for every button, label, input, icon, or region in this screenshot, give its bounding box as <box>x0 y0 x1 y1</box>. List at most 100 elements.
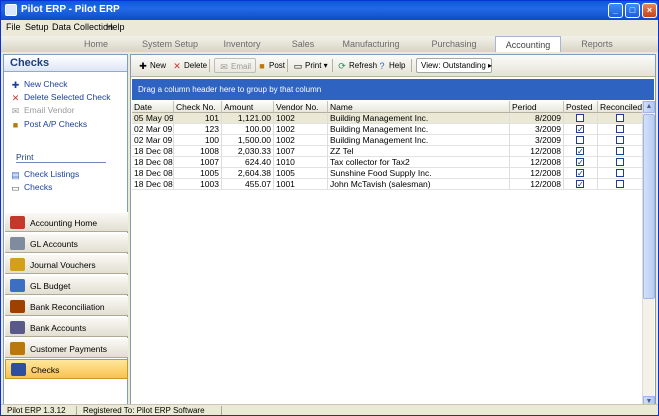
cell-check-no[interactable]: 1007 <box>174 157 222 168</box>
cell-amount[interactable]: 100.00 <box>222 124 274 135</box>
column-header-amount[interactable]: Amount <box>222 101 274 113</box>
tab-reports[interactable]: Reports <box>561 36 633 52</box>
title-bar[interactable]: Pilot ERP - Pilot ERP _ □ × <box>1 1 658 20</box>
cell-check-no[interactable]: 1005 <box>174 168 222 179</box>
posted-checkbox[interactable] <box>576 114 584 122</box>
cell-vendor-no[interactable]: 1005 <box>274 168 328 179</box>
cell-date[interactable]: 18 Dec 08 <box>132 168 174 179</box>
reconciled-checkbox[interactable] <box>616 158 624 166</box>
new-check-link[interactable]: ✚ New Check <box>10 78 68 90</box>
cell-vendor-no[interactable]: 1001 <box>274 179 328 190</box>
cell-check-no[interactable]: 1008 <box>174 146 222 157</box>
table-row[interactable]: 18 Dec 08 1007 624.40 1010 Tax collector for… <box>132 157 643 168</box>
post-ap-checks-link[interactable]: ■ Post A/P Checks <box>10 118 87 130</box>
reconciled-checkbox[interactable] <box>616 114 624 122</box>
group-by-bar[interactable]: Drag a column header here to group by th… <box>132 79 654 100</box>
cell-amount[interactable]: 1,500.00 <box>222 135 274 146</box>
email-vendor-link[interactable]: ✉ Email Vendor <box>10 104 75 116</box>
delete-selected-check-link[interactable]: ✕ Delete Selected Check <box>10 91 111 103</box>
help-button[interactable]: ? Help <box>377 58 405 73</box>
nav-journal-vouchers[interactable]: Journal Vouchers <box>5 254 128 274</box>
table-row[interactable]: 18 Dec 08 1008 2,030.33 1007 ZZ Tel 12/2008 ✓ <box>132 146 643 157</box>
nav-bank-accounts[interactable]: Bank Accounts <box>5 317 128 337</box>
cell-amount[interactable]: 455.07 <box>222 179 274 190</box>
cell-date[interactable]: 18 Dec 08 <box>132 157 174 168</box>
posted-checkbox[interactable]: ✓ <box>576 158 584 167</box>
print-checks-link[interactable]: ▭ Checks <box>10 181 52 193</box>
cell-vendor-no[interactable]: 1002 <box>274 124 328 135</box>
cell-period[interactable]: 12/2008 <box>510 146 564 157</box>
nav-bank-reconciliation[interactable]: Bank Reconciliation <box>5 296 128 316</box>
cell-check-no[interactable]: 101 <box>174 113 222 124</box>
tab-system-setup[interactable]: System Setup <box>133 36 207 52</box>
menu-setup[interactable]: Setup <box>25 22 49 32</box>
cell-vendor-no[interactable]: 1002 <box>274 135 328 146</box>
column-header-date[interactable]: Date <box>132 101 174 113</box>
menu-help[interactable]: Help <box>106 22 125 32</box>
cell-period[interactable]: 8/2009 <box>510 113 564 124</box>
tab-accounting[interactable]: Accounting <box>495 36 561 52</box>
cell-check-no[interactable]: 123 <box>174 124 222 135</box>
cell-date[interactable]: 02 Mar 09 <box>132 135 174 146</box>
cell-name[interactable]: Building Management Inc. <box>328 124 510 135</box>
nav-checks[interactable]: Checks <box>5 359 128 379</box>
cell-check-no[interactable]: 1003 <box>174 179 222 190</box>
reconciled-checkbox[interactable] <box>616 180 624 188</box>
table-row[interactable]: 18 Dec 08 1005 2,604.38 1005 Sunshine Food S… <box>132 168 643 179</box>
scroll-up-button[interactable]: ▲ <box>643 101 655 113</box>
email-button[interactable]: ✉ Email <box>214 58 257 73</box>
reconciled-checkbox[interactable] <box>616 169 624 177</box>
column-header-period[interactable]: Period <box>510 101 564 113</box>
cell-date[interactable]: 18 Dec 08 <box>132 179 174 190</box>
reconciled-checkbox[interactable] <box>616 147 624 155</box>
column-header-posted[interactable]: Posted <box>564 101 598 113</box>
maximize-button[interactable]: □ <box>625 3 640 18</box>
reconciled-checkbox[interactable] <box>616 136 624 144</box>
cell-period[interactable]: 12/2008 <box>510 179 564 190</box>
post-button[interactable]: ■ Post <box>257 58 285 73</box>
check-listings-link[interactable]: ▤ Check Listings <box>10 168 79 180</box>
cell-vendor-no[interactable]: 1010 <box>274 157 328 168</box>
cell-amount[interactable]: 1,121.00 <box>222 113 274 124</box>
posted-checkbox[interactable]: ✓ <box>576 147 584 156</box>
cell-date[interactable]: 18 Dec 08 <box>132 146 174 157</box>
tab-purchasing[interactable]: Purchasing <box>413 36 495 52</box>
posted-checkbox[interactable]: ✓ <box>576 125 584 134</box>
vertical-scrollbar[interactable]: ▲ ▼ <box>642 101 655 408</box>
posted-checkbox[interactable]: ✓ <box>576 180 584 189</box>
posted-checkbox[interactable] <box>576 136 584 144</box>
print-button[interactable]: ▭ Print ▾ <box>293 58 328 73</box>
cell-vendor-no[interactable]: 1007 <box>274 146 328 157</box>
table-row[interactable]: 02 Mar 09 123 100.00 1002 Building Managemen… <box>132 124 643 135</box>
nav-gl-budget[interactable]: GL Budget <box>5 275 128 295</box>
cell-period[interactable]: 3/2009 <box>510 124 564 135</box>
cell-name[interactable]: John McTavish (salesman) <box>328 179 510 190</box>
cell-amount[interactable]: 624.40 <box>222 157 274 168</box>
cell-amount[interactable]: 2,030.33 <box>222 146 274 157</box>
cell-name[interactable]: Sunshine Food Supply Inc. <box>328 168 510 179</box>
column-header-reconciled[interactable]: Reconciled <box>598 101 643 113</box>
menu-file[interactable]: File <box>6 22 21 32</box>
cell-check-no[interactable]: 100 <box>174 135 222 146</box>
nav-accounting-home[interactable]: Accounting Home <box>5 212 128 232</box>
reconciled-checkbox[interactable] <box>616 125 624 133</box>
cell-period[interactable]: 12/2008 <box>510 168 564 179</box>
cell-date[interactable]: 05 May 09 <box>132 113 174 124</box>
delete-button[interactable]: ✕ Delete <box>172 58 207 73</box>
tab-home[interactable]: Home <box>59 36 133 52</box>
cell-name[interactable]: ZZ Tel <box>328 146 510 157</box>
close-button[interactable]: × <box>642 3 657 18</box>
view-filter-button[interactable]: View: Outstanding ▸ <box>416 58 492 73</box>
table-row[interactable]: 18 Dec 08 1003 455.07 1001 John McTavish (sa… <box>132 179 643 190</box>
cell-period[interactable]: 12/2008 <box>510 157 564 168</box>
cell-period[interactable]: 3/2009 <box>510 135 564 146</box>
tab-sales[interactable]: Sales <box>277 36 329 52</box>
cell-name[interactable]: Building Management Inc. <box>328 135 510 146</box>
cell-date[interactable]: 02 Mar 09 <box>132 124 174 135</box>
cell-name[interactable]: Tax collector for Tax2 <box>328 157 510 168</box>
nav-gl-accounts[interactable]: GL Accounts <box>5 233 128 253</box>
tab-manufacturing[interactable]: Manufacturing <box>329 36 413 52</box>
posted-checkbox[interactable]: ✓ <box>576 169 584 178</box>
cell-amount[interactable]: 2,604.38 <box>222 168 274 179</box>
minimize-button[interactable]: _ <box>608 3 623 18</box>
